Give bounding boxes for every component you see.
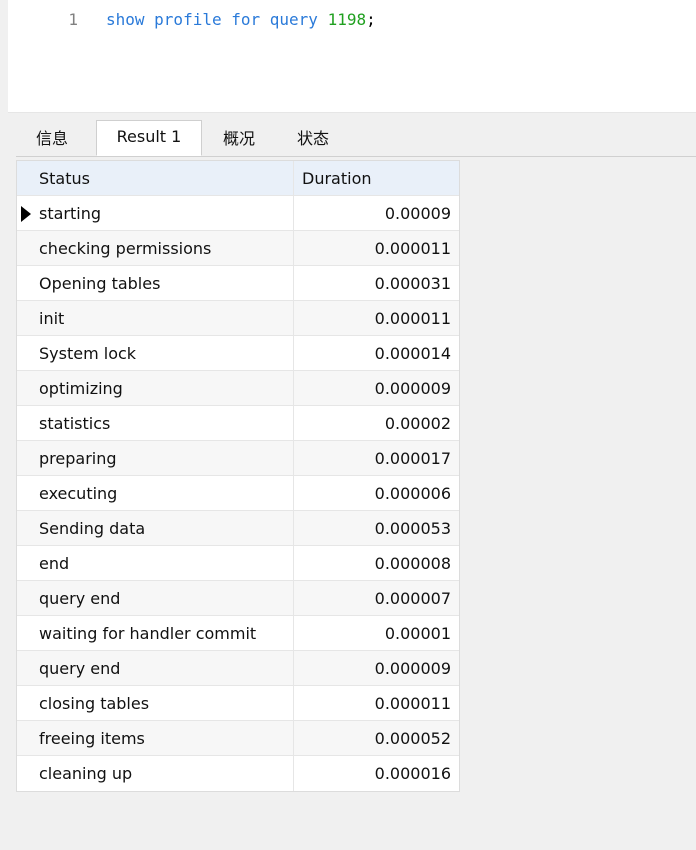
tab-status[interactable]: 状态 bbox=[278, 122, 348, 154]
cell-status[interactable]: closing tables bbox=[37, 686, 293, 720]
cell-duration[interactable]: 0.00009 bbox=[293, 196, 461, 230]
row-indicator[interactable] bbox=[17, 651, 33, 685]
cell-status[interactable]: init bbox=[37, 301, 293, 335]
row-indicator[interactable] bbox=[17, 371, 33, 405]
cell-duration[interactable]: 0.000052 bbox=[293, 721, 461, 755]
grid-header-row: Status Duration bbox=[17, 161, 459, 196]
cell-status[interactable]: executing bbox=[37, 476, 293, 510]
row-indicator[interactable] bbox=[17, 616, 33, 650]
cell-status[interactable]: checking permissions bbox=[37, 231, 293, 265]
result-tabbar: 信息 Result 1 概况 状态 bbox=[16, 120, 696, 157]
cell-status[interactable]: preparing bbox=[37, 441, 293, 475]
table-row[interactable]: query end 0.000009 bbox=[17, 651, 459, 686]
cell-duration[interactable]: 0.000006 bbox=[293, 476, 461, 510]
cell-duration[interactable]: 0.00001 bbox=[293, 616, 461, 650]
cell-duration[interactable]: 0.000014 bbox=[293, 336, 461, 370]
table-row[interactable]: cleaning up 0.000016 bbox=[17, 756, 459, 791]
row-indicator[interactable] bbox=[17, 196, 33, 230]
cell-duration[interactable]: 0.000017 bbox=[293, 441, 461, 475]
code-semicolon: ; bbox=[366, 10, 376, 29]
column-header-duration[interactable]: Duration bbox=[293, 161, 461, 195]
tab-overview[interactable]: 概况 bbox=[204, 122, 274, 154]
table-row[interactable]: checking permissions 0.000011 bbox=[17, 231, 459, 266]
code-line[interactable]: show profile for query 1198; bbox=[106, 10, 376, 29]
table-row[interactable]: starting 0.00009 bbox=[17, 196, 459, 231]
row-indicator[interactable] bbox=[17, 231, 33, 265]
result-grid[interactable]: Status Duration starting 0.00009 checking … bbox=[16, 160, 460, 792]
cell-status[interactable]: query end bbox=[37, 651, 293, 685]
table-row[interactable]: Opening tables 0.000031 bbox=[17, 266, 459, 301]
table-row[interactable]: query end 0.000007 bbox=[17, 581, 459, 616]
table-row[interactable]: freeing items 0.000052 bbox=[17, 721, 459, 756]
row-indicator[interactable] bbox=[17, 546, 33, 580]
line-number: 1 bbox=[68, 10, 78, 29]
cell-status[interactable]: query end bbox=[37, 581, 293, 615]
cell-duration[interactable]: 0.000009 bbox=[293, 651, 461, 685]
cell-duration[interactable]: 0.000011 bbox=[293, 686, 461, 720]
column-header-status[interactable]: Status bbox=[37, 161, 293, 195]
cell-status[interactable]: starting bbox=[37, 196, 293, 230]
row-indicator[interactable] bbox=[17, 406, 33, 440]
table-row[interactable]: Sending data 0.000053 bbox=[17, 511, 459, 546]
code-keyword-text: show profile for query bbox=[106, 10, 328, 29]
editor-gutter: 1 bbox=[8, 0, 88, 112]
grid-body: starting 0.00009 checking permissions 0.000… bbox=[17, 196, 459, 791]
cell-status[interactable]: Sending data bbox=[37, 511, 293, 545]
row-indicator[interactable] bbox=[17, 721, 33, 755]
table-row[interactable]: executing 0.000006 bbox=[17, 476, 459, 511]
cell-duration[interactable]: 0.000031 bbox=[293, 266, 461, 300]
row-indicator[interactable] bbox=[17, 756, 33, 791]
table-row[interactable]: System lock 0.000014 bbox=[17, 336, 459, 371]
cell-status[interactable]: optimizing bbox=[37, 371, 293, 405]
table-row[interactable]: statistics 0.00002 bbox=[17, 406, 459, 441]
row-indicator[interactable] bbox=[17, 581, 33, 615]
current-row-arrow-icon bbox=[21, 206, 31, 222]
row-indicator[interactable] bbox=[17, 336, 33, 370]
tab-result-1[interactable]: Result 1 bbox=[96, 120, 202, 156]
table-row[interactable]: init 0.000011 bbox=[17, 301, 459, 336]
row-indicator[interactable] bbox=[17, 511, 33, 545]
row-indicator[interactable] bbox=[17, 301, 33, 335]
cell-status[interactable]: Opening tables bbox=[37, 266, 293, 300]
cell-duration[interactable]: 0.000053 bbox=[293, 511, 461, 545]
cell-status[interactable]: freeing items bbox=[37, 721, 293, 755]
row-indicator-header bbox=[17, 161, 33, 195]
cell-status[interactable]: statistics bbox=[37, 406, 293, 440]
cell-duration[interactable]: 0.00002 bbox=[293, 406, 461, 440]
cell-duration[interactable]: 0.000011 bbox=[293, 231, 461, 265]
row-indicator[interactable] bbox=[17, 686, 33, 720]
cell-duration[interactable]: 0.000009 bbox=[293, 371, 461, 405]
cell-status[interactable]: waiting for handler commit bbox=[37, 616, 293, 650]
table-row[interactable]: preparing 0.000017 bbox=[17, 441, 459, 476]
table-row[interactable]: optimizing 0.000009 bbox=[17, 371, 459, 406]
row-indicator[interactable] bbox=[17, 441, 33, 475]
table-row[interactable]: end 0.000008 bbox=[17, 546, 459, 581]
cell-duration[interactable]: 0.000011 bbox=[293, 301, 461, 335]
cell-duration[interactable]: 0.000008 bbox=[293, 546, 461, 580]
cell-status[interactable]: System lock bbox=[37, 336, 293, 370]
table-row[interactable]: closing tables 0.000011 bbox=[17, 686, 459, 721]
tab-info[interactable]: 信息 bbox=[16, 122, 88, 154]
row-indicator[interactable] bbox=[17, 476, 33, 510]
code-number: 1198 bbox=[327, 10, 367, 29]
sql-editor[interactable]: 1 show profile for query 1198; bbox=[8, 0, 696, 113]
cell-status[interactable]: cleaning up bbox=[37, 756, 293, 791]
table-row[interactable]: waiting for handler commit 0.00001 bbox=[17, 616, 459, 651]
cell-status[interactable]: end bbox=[37, 546, 293, 580]
cell-duration[interactable]: 0.000007 bbox=[293, 581, 461, 615]
cell-duration[interactable]: 0.000016 bbox=[293, 756, 461, 791]
row-indicator[interactable] bbox=[17, 266, 33, 300]
